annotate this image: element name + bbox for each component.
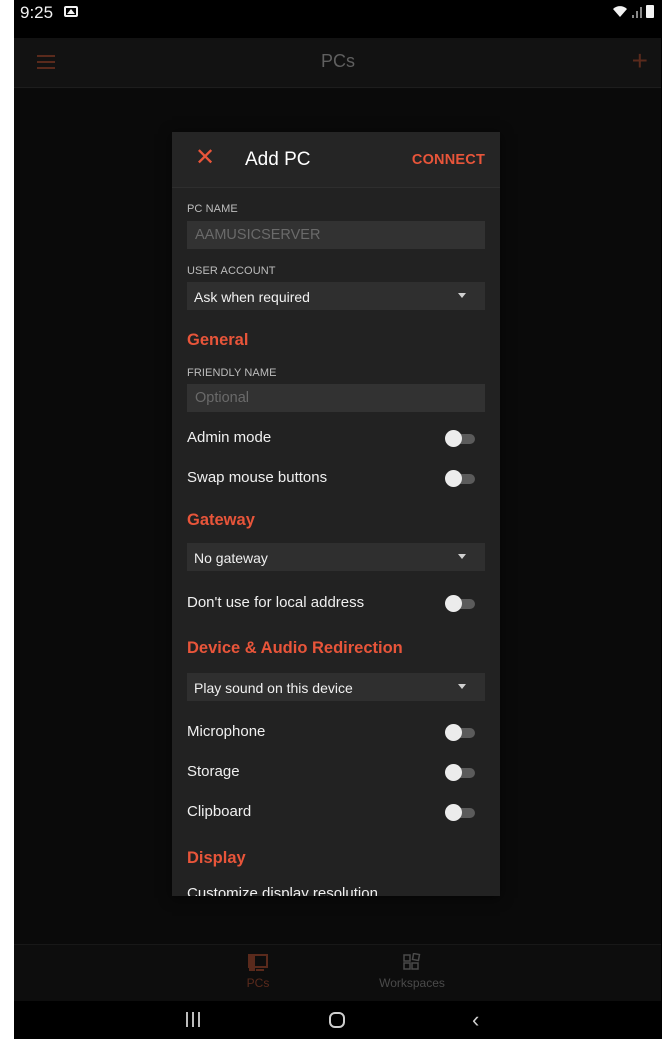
storage-label: Storage [187,763,240,780]
friendly-name-field[interactable]: Optional [187,384,485,412]
friendly-name-label: FRIENDLY NAME [187,367,277,379]
dropdown-arrow-icon [458,554,466,559]
nav-pcs[interactable]: PCs [218,953,298,990]
close-icon[interactable]: ✕ [195,146,219,170]
wifi-icon [613,6,627,17]
connect-button[interactable]: CONNECT [412,152,485,168]
gateway-section-title: Gateway [187,511,255,529]
status-indicators [612,4,654,18]
nav-workspaces[interactable]: Workspaces [372,953,452,990]
pc-name-value: AAMUSICSERVER [195,227,321,243]
dialog-title: Add PC [245,149,311,170]
local-address-label: Don't use for local address [187,594,365,611]
recents-icon[interactable] [186,1012,200,1028]
local-address-toggle[interactable] [445,595,475,612]
friendly-name-placeholder: Optional [195,390,250,406]
general-section-title: General [187,331,249,349]
status-time: 9:25 [20,3,54,22]
admin-mode-label: Admin mode [187,429,272,446]
pc-name-field[interactable]: AAMUSICSERVER [187,221,485,249]
dialog-header: ✕ Add PC CONNECT [172,132,500,188]
clipboard-label: Clipboard [187,803,252,820]
swap-mouse-label: Swap mouse buttons [187,469,328,486]
gateway-select[interactable]: No gateway [187,543,485,571]
microphone-label: Microphone [187,723,266,740]
device-audio-section-title: Device & Audio Redirection [187,639,403,657]
back-icon[interactable]: ‹ [472,1009,479,1031]
microphone-toggle[interactable] [445,724,475,741]
admin-mode-toggle[interactable] [445,430,475,447]
gallery-notification-icon [64,6,78,17]
battery-icon [646,5,654,18]
gateway-value: No gateway [194,550,268,566]
user-account-label: USER ACCOUNT [187,265,276,277]
nav-pcs-label: PCs [246,976,270,990]
user-account-value: Ask when required [194,289,310,305]
sound-select[interactable]: Play sound on this device [187,673,485,701]
storage-toggle[interactable] [445,764,475,781]
app-bar: PCs + [14,38,661,88]
display-section-title: Display [187,849,246,867]
workspaces-icon [403,953,421,970]
phone-screen: 9:25 PCs + ✕ Add PC CONNECT PC NAME AAMU… [14,0,662,1039]
sound-value: Play sound on this device [194,680,353,696]
bottom-nav: PCs Workspaces [14,944,661,1001]
home-icon[interactable] [329,1012,345,1028]
add-icon[interactable]: + [632,47,648,75]
app-title: PCs [320,51,355,71]
add-pc-dialog: ✕ Add PC CONNECT PC NAME AAMUSICSERVER U… [172,132,500,896]
nav-workspaces-label: Workspaces [379,976,445,990]
pc-name-label: PC NAME [187,203,238,215]
monitor-icon [248,954,268,971]
clipboard-toggle[interactable] [445,804,475,821]
user-account-select[interactable]: Ask when required [187,282,485,310]
dropdown-arrow-icon [458,684,466,689]
swap-mouse-toggle[interactable] [445,470,475,487]
dropdown-arrow-icon [458,293,466,298]
status-bar: 9:25 [14,0,661,38]
signal-icon [632,7,642,18]
system-nav-bar: ‹ [14,1001,661,1039]
customize-resolution-label: Customize display resolution [187,885,378,896]
